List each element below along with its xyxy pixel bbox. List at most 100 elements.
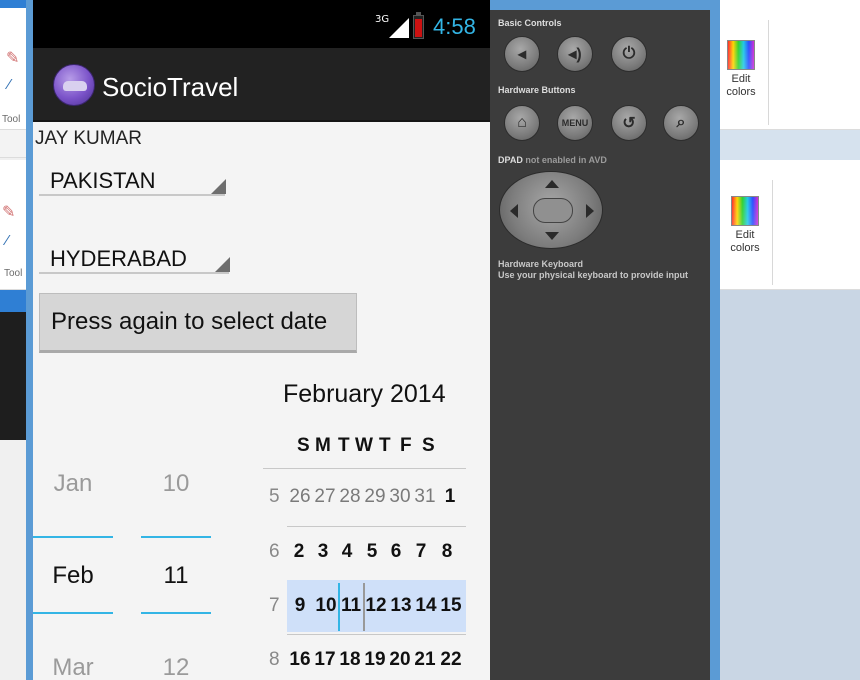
ribbon-separator [768,20,769,125]
pencil-icon-2[interactable]: ✎ [2,202,15,222]
day-picker[interactable]: 10 11 12 [141,454,211,680]
color-picker-icon-2[interactable]: ⁄ [6,232,9,249]
calendar-day[interactable]: 27 [312,486,338,508]
network-type: 3G [375,14,390,25]
dpad-up-icon[interactable] [545,180,559,188]
picker-divider [33,536,113,538]
month-next[interactable]: Mar [33,654,113,680]
calendar-day[interactable]: 9 [291,595,309,617]
dpad-down-icon[interactable] [545,232,559,240]
weekday-header: S [422,435,435,456]
hardware-buttons-label: Hardware Buttons [498,85,576,95]
dpad-right-icon[interactable] [586,204,594,218]
calendar-day[interactable]: 2 [290,541,308,563]
calendar-divider [287,634,466,635]
edit-colors-label-line1-2: Edit [735,229,755,241]
calendar-day[interactable]: 21 [412,649,438,671]
edit-colors-label-line2-2: colors [730,242,760,254]
power-icon[interactable]: ⏻ [611,36,647,72]
calendar-day[interactable]: 20 [387,649,413,671]
calendar-divider [263,468,466,469]
hardware-keyboard-note: Use your physical keyboard to provide in… [498,270,689,280]
color-palette-icon [727,40,755,70]
weekday-header: M [315,435,331,456]
calendar-day[interactable]: 14 [413,595,439,617]
battery-icon [413,15,424,39]
search-icon[interactable]: ⌕ [663,105,699,141]
calendar-day[interactable]: 29 [362,486,388,508]
weekday-header: S [297,435,310,456]
dpad-label-text: DPAD [498,155,523,165]
status-clock: 4:58 [433,14,476,39]
app-car-icon[interactable] [53,64,95,106]
picker-divider [33,612,113,614]
calendar-day[interactable]: 31 [412,486,438,508]
edit-colors-button-2[interactable]: Edit colors [720,196,770,255]
volume-down-icon[interactable]: ◂ [504,36,540,72]
month-selected[interactable]: Feb [33,562,113,590]
weekday-header: T [379,435,391,456]
calendar-day[interactable]: 12 [363,595,389,617]
spinner-arrow-icon [215,257,230,272]
tools-group-label: Tool [2,114,21,125]
calendar-day[interactable]: 3 [314,541,332,563]
day-selected[interactable]: 11 [141,562,211,590]
calendar-day[interactable]: 13 [388,595,414,617]
spinner-arrow-icon [211,179,226,194]
calendar-day[interactable]: 18 [337,649,363,671]
calendar-day[interactable]: 6 [387,541,405,563]
paint-canvas-area-2 [720,130,860,160]
country-spinner-value: PAKISTAN [50,168,156,193]
select-date-button[interactable]: Press again to select date [39,293,357,353]
calendar-day[interactable]: 5 [363,541,381,563]
calendar-day-selected[interactable]: 11 [338,595,364,617]
calendar-day[interactable]: 28 [337,486,363,508]
pencil-icon[interactable]: ✎ [6,48,19,68]
user-name-label: JAY KUMAR [35,128,142,149]
day-prev[interactable]: 10 [141,470,211,498]
home-icon[interactable]: ⌂ [504,105,540,141]
month-prev[interactable]: Jan [33,470,113,498]
calendar-day[interactable]: 19 [362,649,388,671]
paint-canvas-area [720,290,860,680]
calendar-day[interactable]: 8 [438,541,456,563]
calendar-day[interactable]: 22 [438,649,464,671]
ribbon-separator-2 [772,180,773,285]
dpad-control[interactable] [499,171,603,249]
month-picker[interactable]: Jan Feb Mar [33,454,113,680]
color-palette-icon-2 [731,196,759,226]
week-number: 8 [269,649,280,670]
calendar-day[interactable]: 7 [412,541,430,563]
volume-up-icon[interactable]: ◂) [557,36,593,72]
dpad-status: not enabled in AVD [525,155,607,165]
day-next[interactable]: 12 [141,654,211,680]
calendar-day[interactable]: 10 [313,595,339,617]
picker-divider [141,536,211,538]
calendar-day[interactable]: 16 [287,649,313,671]
dpad-center-button[interactable] [533,198,573,223]
weekday-header: W [355,435,373,456]
calendar-day[interactable]: 4 [338,541,356,563]
edit-colors-button[interactable]: Edit colors [716,40,766,99]
emulator-controls-panel: Basic Controls ◂ ◂) ⏻ Hardware Buttons ⌂… [490,10,710,680]
calendar-day[interactable]: 17 [312,649,338,671]
dpad-label: DPAD not enabled in AVD [498,155,607,165]
signal-icon [389,18,409,38]
phone-screen: 3G 4:58 SocioTravel JAY KUMAR PAKISTAN H… [33,0,490,680]
city-spinner[interactable]: HYDERABAD [39,242,230,274]
color-picker-icon[interactable]: ⁄ [8,76,11,93]
edit-colors-label-line1: Edit [731,73,751,85]
country-spinner[interactable]: PAKISTAN [39,164,226,196]
main-content: JAY KUMAR PAKISTAN HYDERABAD Press again… [33,124,490,680]
tools-group-label-2: Tool [4,268,23,279]
calendar-day[interactable]: 26 [287,486,313,508]
calendar-month-title: February 2014 [283,380,446,408]
dpad-left-icon[interactable] [510,204,518,218]
calendar-day[interactable]: 15 [438,595,464,617]
week-number: 7 [269,595,280,616]
calendar-day[interactable]: 1 [441,486,459,508]
menu-button[interactable]: MENU [557,105,593,141]
calendar-day[interactable]: 30 [387,486,413,508]
back-icon[interactable]: ↺ [611,105,647,141]
week-number: 6 [269,541,280,562]
